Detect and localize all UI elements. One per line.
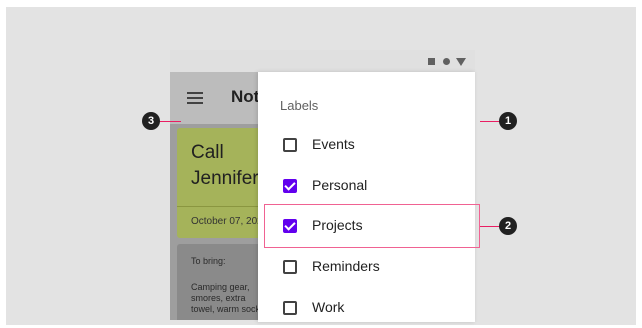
callout-marker-2: 2 xyxy=(499,217,517,235)
menu-header: Labels xyxy=(280,98,319,113)
menu-item-label: Reminders xyxy=(312,258,380,274)
callout-line xyxy=(480,121,501,122)
menu-item-label: Personal xyxy=(312,177,368,193)
menu-item-label: Work xyxy=(312,299,345,315)
menu-item-reminders[interactable]: Reminders xyxy=(258,247,475,287)
status-bar xyxy=(170,50,475,72)
menu-item-personal[interactable]: Personal xyxy=(258,166,475,206)
projects-checkbox[interactable] xyxy=(283,219,297,233)
menu-item-label: Projects xyxy=(312,217,363,233)
stop-icon xyxy=(428,58,435,65)
events-checkbox[interactable] xyxy=(283,138,297,152)
menu-item-events[interactable]: Events xyxy=(258,125,475,165)
record-icon xyxy=(443,58,450,65)
personal-checkbox[interactable] xyxy=(283,179,297,193)
menu-icon[interactable] xyxy=(187,92,203,104)
note-date: October 07, 2020 xyxy=(191,216,269,227)
callout-marker-1: 1 xyxy=(499,112,517,130)
menu-item-work[interactable]: Work xyxy=(258,288,475,328)
menu-item-projects[interactable]: Projects xyxy=(258,206,475,246)
menu-item-label: Events xyxy=(312,136,355,152)
reminders-checkbox[interactable] xyxy=(283,260,297,274)
note-heading: To bring: xyxy=(191,256,226,266)
labels-menu: Labels Events Personal Projects Reminder… xyxy=(258,72,475,322)
callout-line xyxy=(480,226,501,227)
signal-icon xyxy=(456,58,466,66)
callout-line xyxy=(159,121,181,122)
work-checkbox[interactable] xyxy=(283,301,297,315)
callout-marker-3: 3 xyxy=(142,112,160,130)
